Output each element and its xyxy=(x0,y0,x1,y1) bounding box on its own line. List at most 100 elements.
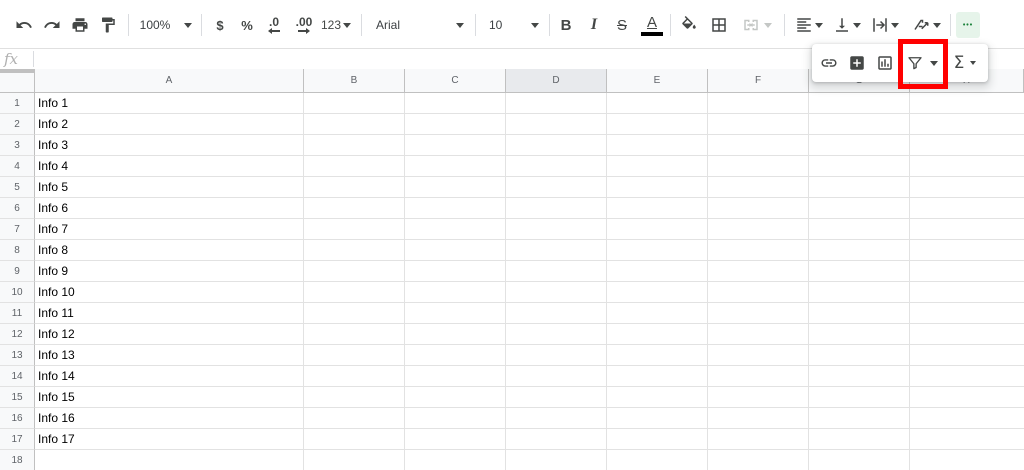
table-row: Info 6 xyxy=(35,198,1024,219)
cell-a[interactable]: Info 17 xyxy=(38,432,75,446)
cell-a[interactable]: Info 10 xyxy=(38,285,75,299)
currency-format-button[interactable]: $ xyxy=(210,11,230,39)
table-row: Info 17 xyxy=(35,429,1024,450)
chevron-down-icon xyxy=(891,22,899,28)
row-header[interactable]: 13 xyxy=(0,345,35,366)
table-row: Info 4 xyxy=(35,156,1024,177)
more-options-button[interactable]: ••• xyxy=(956,12,980,38)
cell-a[interactable]: Info 13 xyxy=(38,348,75,362)
row-header[interactable]: 15 xyxy=(0,387,35,408)
chevron-down-icon xyxy=(184,22,193,28)
table-row: Info 2 xyxy=(35,114,1024,135)
cell-a[interactable]: Info 12 xyxy=(38,327,75,341)
table-row: Info 9 xyxy=(35,261,1024,282)
percent-format-button[interactable]: % xyxy=(237,11,257,39)
formula-bar-divider xyxy=(33,51,34,67)
cell-a[interactable]: Info 16 xyxy=(38,411,75,425)
undo-icon[interactable] xyxy=(12,11,36,39)
row-header[interactable]: 3 xyxy=(0,135,35,156)
cell-a[interactable]: Info 14 xyxy=(38,369,75,383)
font-value: Arial xyxy=(376,18,401,32)
text-rotation-button[interactable] xyxy=(906,11,946,39)
row-header[interactable]: 18 xyxy=(0,450,35,470)
column-header-c[interactable]: C xyxy=(405,69,506,93)
print-icon[interactable] xyxy=(68,11,92,39)
row-header[interactable]: 10 xyxy=(0,282,35,303)
column-header-e[interactable]: E xyxy=(607,69,708,93)
sigma-icon: Σ xyxy=(953,53,965,73)
row-header[interactable]: 2 xyxy=(0,114,35,135)
cell-a[interactable]: Info 9 xyxy=(38,264,68,278)
chevron-down-icon xyxy=(970,61,977,65)
redo-icon[interactable] xyxy=(40,11,64,39)
cell-a[interactable]: Info 11 xyxy=(38,306,74,320)
cell-a[interactable]: Info 2 xyxy=(38,117,68,131)
cell-a[interactable]: Info 3 xyxy=(38,138,68,152)
row-header[interactable]: 7 xyxy=(0,219,35,240)
bold-button[interactable]: B xyxy=(556,11,576,39)
row-header[interactable]: 9 xyxy=(0,261,35,282)
table-row: Info 13 xyxy=(35,345,1024,366)
arrow-right-icon xyxy=(298,28,310,34)
row-header[interactable]: 1 xyxy=(0,93,35,114)
paint-format-icon[interactable] xyxy=(96,11,120,39)
column-header-a[interactable]: A xyxy=(35,69,304,93)
chevron-down-icon xyxy=(764,22,772,28)
frozen-row-handle[interactable] xyxy=(0,69,35,73)
cell-a[interactable]: Info 7 xyxy=(38,222,68,236)
column-header-f[interactable]: F xyxy=(708,69,809,93)
link-icon[interactable] xyxy=(818,52,840,74)
italic-button[interactable]: I xyxy=(584,11,604,39)
column-header-b[interactable]: B xyxy=(304,69,405,93)
chevron-down-icon xyxy=(456,22,464,28)
cell-a[interactable]: Info 1 xyxy=(38,96,68,110)
row-header[interactable]: 8 xyxy=(0,240,35,261)
chevron-down-icon xyxy=(853,22,861,28)
toolbar-divider xyxy=(475,14,476,36)
font-size-select[interactable]: 10 xyxy=(483,11,541,39)
row-header[interactable]: 5 xyxy=(0,177,35,198)
fill-color-icon[interactable] xyxy=(678,11,700,39)
column-header-d[interactable]: D xyxy=(506,69,607,93)
cell-a[interactable]: Info 5 xyxy=(38,180,68,194)
table-row: Info 11 xyxy=(35,303,1024,324)
cell-a[interactable]: Info 6 xyxy=(38,201,68,215)
formula-input[interactable] xyxy=(36,49,806,69)
merge-cells-button[interactable] xyxy=(737,11,777,39)
functions-button[interactable]: Σ xyxy=(948,52,982,74)
chevron-down-icon xyxy=(343,22,352,28)
increase-decimal-button[interactable]: .00 xyxy=(292,11,316,39)
table-row: Info 16 xyxy=(35,408,1024,429)
zoom-select[interactable]: 100% xyxy=(136,11,196,39)
cell-a[interactable]: Info 15 xyxy=(38,390,75,404)
row-header[interactable]: 16 xyxy=(0,408,35,429)
toolbar-divider xyxy=(128,14,129,36)
fx-icon: fx xyxy=(4,50,19,68)
text-wrap-button[interactable] xyxy=(868,11,902,39)
toolbar: 100% $ % .0 .00 123 Arial 10 B I S A ••• xyxy=(0,0,1024,48)
toolbar-divider xyxy=(950,14,951,36)
more-formats-button[interactable]: 123 xyxy=(320,11,352,39)
row-header[interactable]: 4 xyxy=(0,156,35,177)
cell-a[interactable]: Info 4 xyxy=(38,159,68,173)
row-header[interactable]: 12 xyxy=(0,324,35,345)
insert-chart-icon[interactable] xyxy=(874,52,896,74)
insert-comment-icon[interactable] xyxy=(846,52,868,74)
row-header[interactable]: 14 xyxy=(0,366,35,387)
vertical-align-button[interactable] xyxy=(830,11,864,39)
cell-a[interactable]: Info 8 xyxy=(38,243,68,257)
text-color-button[interactable]: A xyxy=(640,11,664,39)
table-row: Info 12 xyxy=(35,324,1024,345)
toolbar-divider xyxy=(549,14,550,36)
strikethrough-button[interactable]: S xyxy=(612,11,632,39)
horizontal-align-button[interactable] xyxy=(792,11,826,39)
font-select[interactable]: Arial xyxy=(370,11,466,39)
row-header[interactable]: 11 xyxy=(0,303,35,324)
row-header[interactable]: 17 xyxy=(0,429,35,450)
borders-icon[interactable] xyxy=(708,11,730,39)
decrease-decimal-button[interactable]: .0 xyxy=(263,11,285,39)
table-row: Info 3 xyxy=(35,135,1024,156)
chevron-down-icon xyxy=(815,22,823,28)
filter-highlight-box xyxy=(898,39,948,89)
row-header[interactable]: 6 xyxy=(0,198,35,219)
